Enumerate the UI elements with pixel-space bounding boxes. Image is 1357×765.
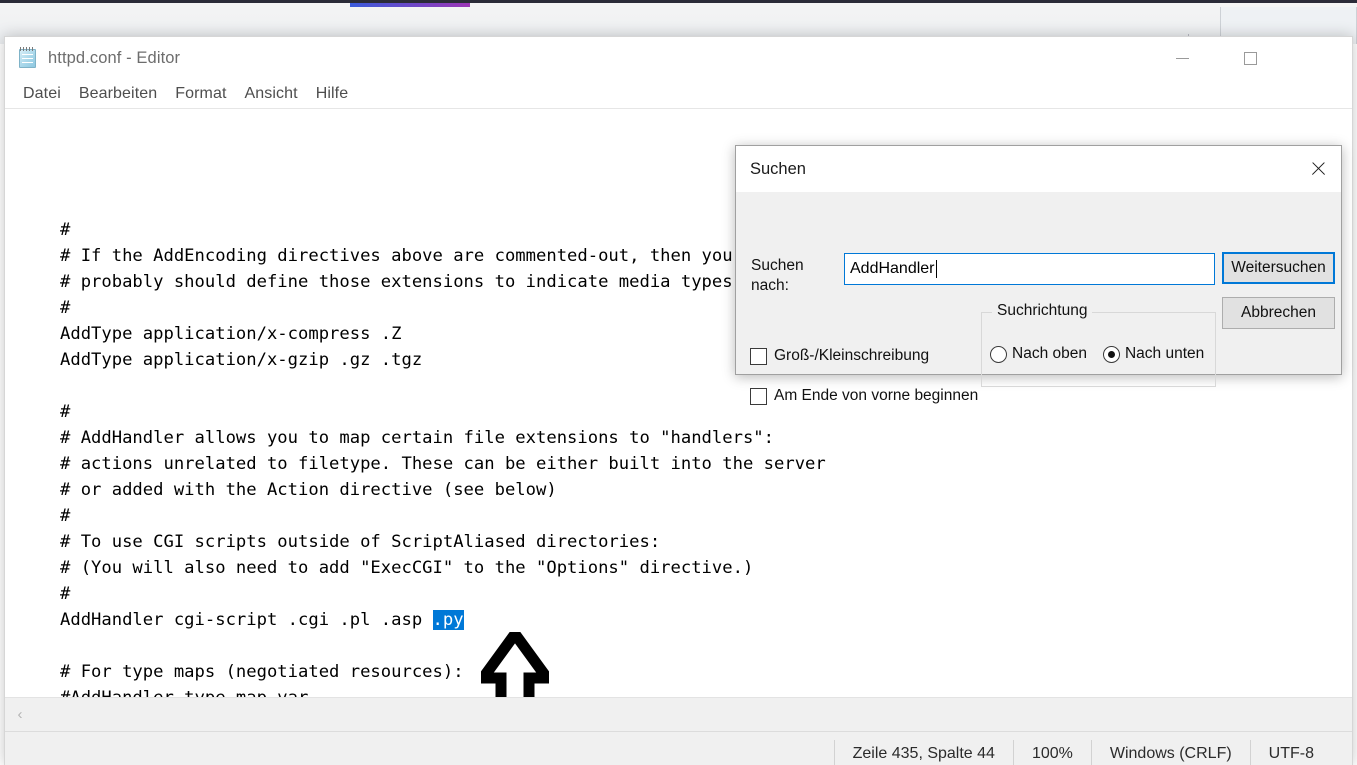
close-icon — [1311, 162, 1325, 176]
maximize-button[interactable] — [1216, 37, 1284, 79]
checkbox-icon — [750, 347, 767, 365]
maximize-icon — [1243, 51, 1257, 65]
status-position: Zeile 435, Spalte 44 — [833, 739, 1013, 765]
find-dialog-close-button[interactable] — [1295, 146, 1341, 192]
status-zoom: 100% — [1012, 739, 1091, 765]
close-button[interactable] — [1284, 37, 1352, 79]
title-bar: httpd.conf - Editor — [5, 37, 1352, 79]
search-direction-options: Nach oben Nach unten — [990, 345, 1204, 363]
editor-line: # — [60, 220, 71, 240]
find-dialog-title-bar: Suchen — [736, 146, 1341, 192]
editor-line: # (You will also need to add "ExecCGI" t… — [60, 558, 754, 578]
search-direction-group: Suchrichtung Nach oben Nach unten — [981, 302, 1216, 387]
editor-line: # — [60, 506, 71, 526]
menu-item-ansicht[interactable]: Ansicht — [236, 83, 307, 105]
find-dialog-title: Suchen — [750, 159, 806, 178]
scrollbar-track[interactable] — [35, 698, 1352, 732]
editor-line: # or added with the Action directive (se… — [60, 480, 557, 500]
horizontal-scrollbar[interactable]: ‹ — [5, 697, 1352, 731]
minimize-icon — [1175, 57, 1189, 59]
match-case-checkbox[interactable]: Groß-/Kleinschreibung — [750, 347, 929, 365]
menu-item-hilfe[interactable]: Hilfe — [307, 83, 358, 105]
menu-item-bearbeiten[interactable]: Bearbeiten — [70, 83, 166, 105]
editor-line: # — [60, 402, 71, 422]
screen: ⏣Zuschneiden ▣Zuschneiden ◥Mixed Reality… — [0, 0, 1357, 765]
find-next-button[interactable]: Weitersuchen — [1222, 252, 1335, 284]
editor-line: # actions unrelated to filetype. These c… — [60, 454, 826, 474]
find-dialog-body: Suchen nach: AddHandler Weitersuchen Abb… — [736, 192, 1341, 405]
radio-up-icon[interactable] — [990, 345, 1007, 363]
search-direction-title: Suchrichtung — [992, 302, 1093, 320]
status-line-ending: Windows (CRLF) — [1090, 739, 1250, 765]
find-dialog: Suchen Suchen nach: AddHandler Weitersuc… — [735, 145, 1342, 405]
menu-bar: Datei Bearbeiten Format Ansicht Hilfe — [5, 79, 1352, 109]
cancel-button[interactable]: Abbrechen — [1222, 297, 1335, 329]
search-input[interactable]: AddHandler — [844, 253, 1215, 285]
radio-up-label[interactable]: Nach oben — [1012, 345, 1087, 363]
checkbox-icon — [750, 387, 767, 405]
editor-line: # probably should define those extension… — [60, 272, 733, 292]
radio-down-icon[interactable] — [1102, 345, 1120, 363]
editor-selection: .py — [432, 610, 464, 630]
status-bar: Zeile 435, Spalte 44 100% Windows (CRLF)… — [5, 731, 1352, 765]
match-case-label: Groß-/Kleinschreibung — [774, 347, 930, 364]
wrap-around-checkbox[interactable]: Am Ende von vorne beginnen — [750, 387, 978, 405]
editor-line: AddType application/x-compress .Z — [60, 324, 402, 344]
window-controls — [1148, 37, 1352, 79]
text-caret — [935, 260, 937, 278]
editor-line: # For type maps (negotiated resources): — [60, 662, 464, 682]
minimize-button[interactable] — [1148, 37, 1216, 79]
editor-content[interactable]: # # If the AddEncoding directives above a… — [60, 217, 826, 697]
editor-line: # To use CGI scripts outside of ScriptAl… — [60, 532, 661, 552]
search-input-value: AddHandler — [850, 260, 935, 277]
radio-down-label[interactable]: Nach unten — [1125, 345, 1204, 363]
menu-item-datei[interactable]: Datei — [14, 83, 70, 105]
editor-line: AddHandler cgi-script .cgi .pl .asp .py — [60, 610, 464, 630]
scroll-left-icon[interactable]: ‹ — [5, 698, 35, 732]
wrap-around-label: Am Ende von vorne beginnen — [774, 387, 979, 404]
editor-line: # — [60, 298, 71, 318]
editor-line: # AddHandler allows you to map certain f… — [60, 428, 774, 448]
status-encoding: UTF-8 — [1249, 739, 1332, 765]
editor-line: # If the AddEncoding directives above ar… — [60, 246, 733, 266]
editor-line: #AddHandler type-map var — [60, 685, 826, 697]
search-label: Suchen nach: — [751, 257, 804, 294]
background-accent-line — [350, 3, 470, 7]
window-title: httpd.conf - Editor — [48, 48, 181, 67]
editor-line: AddType application/x-gzip .gz .tgz — [60, 350, 423, 370]
menu-item-format[interactable]: Format — [166, 83, 235, 105]
notepad-icon — [17, 47, 39, 69]
editor-line: # — [60, 584, 71, 604]
close-icon — [1312, 52, 1325, 65]
